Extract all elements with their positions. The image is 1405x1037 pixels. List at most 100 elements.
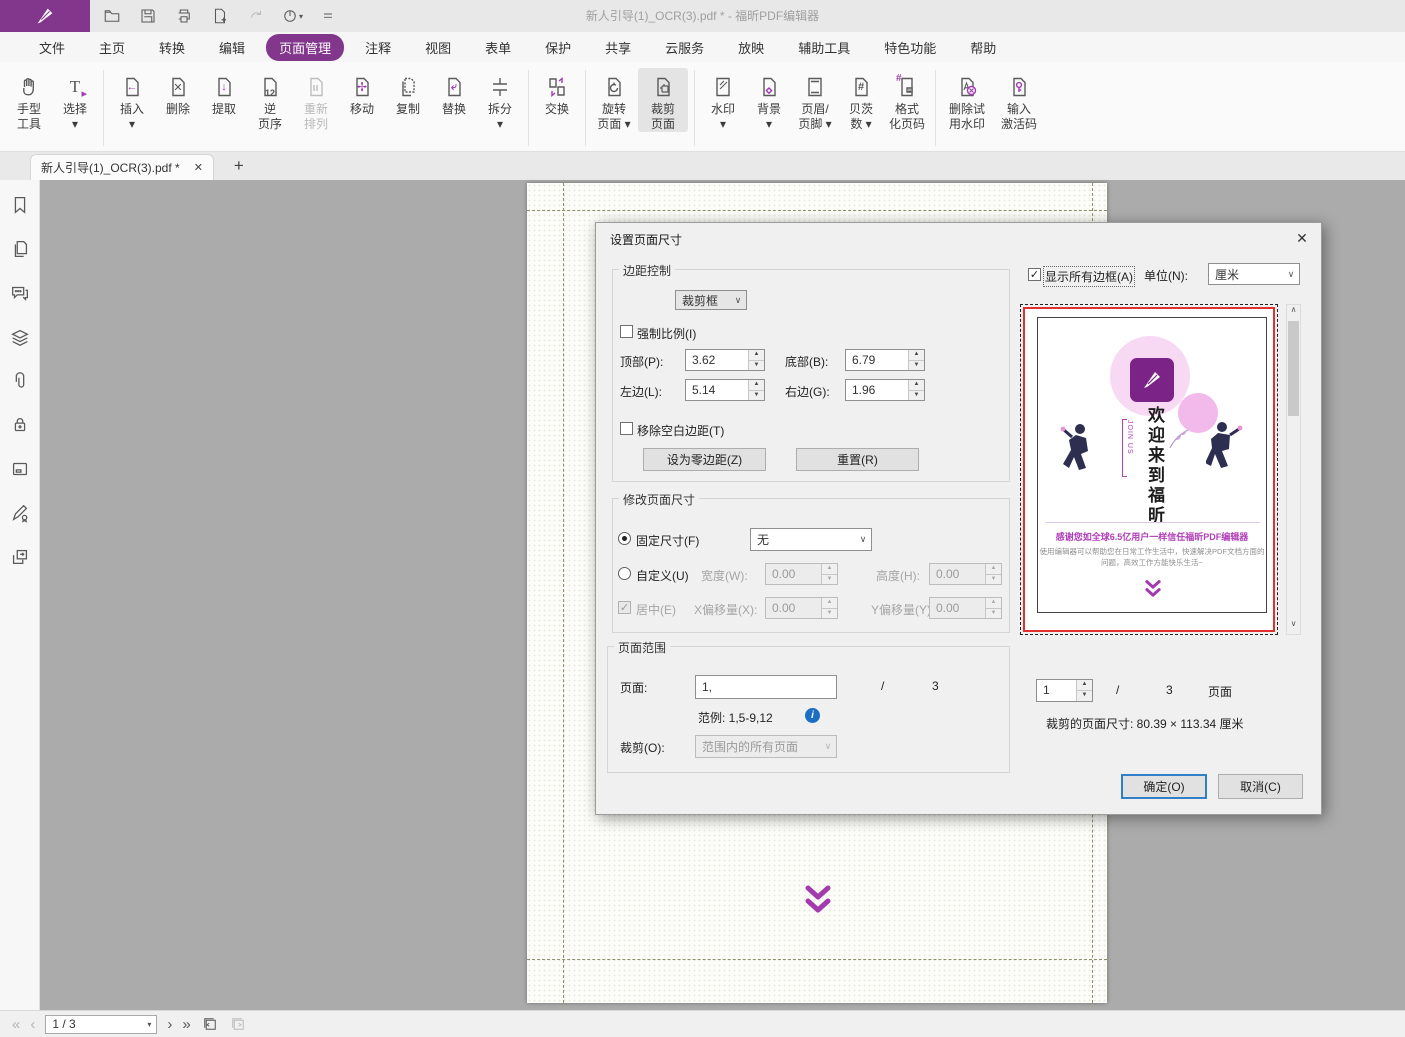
tab-edit[interactable]: 编辑 [206, 34, 258, 61]
scrollbar-thumb[interactable] [1288, 321, 1299, 416]
document-tab[interactable]: 新人引导(1)_OCR(3).pdf * ✕ [30, 154, 214, 180]
security-icon[interactable] [9, 414, 31, 436]
rotate-pages-button[interactable]: 旋转 页面 ▾ [592, 68, 636, 132]
ribbon-label: 删除试 用水印 [949, 102, 985, 132]
tab-form[interactable]: 表单 [472, 34, 524, 61]
crop-guide-bottom [527, 959, 1107, 960]
save-icon[interactable] [136, 4, 160, 28]
move-pages-button[interactable]: ✢ 移动 [340, 68, 384, 117]
tab-protect[interactable]: 保护 [532, 34, 584, 61]
tab-features[interactable]: 特色功能 [871, 34, 949, 61]
tab-cloud[interactable]: 云服务 [652, 34, 717, 61]
bookmark-icon[interactable] [9, 194, 31, 216]
reverse-order-button[interactable]: 12 逆 页序 [248, 68, 292, 132]
tab-present[interactable]: 放映 [725, 34, 777, 61]
preview-page-input[interactable]: 1 ▲▼ [1036, 679, 1093, 702]
select-button[interactable]: T▸ 选择 ▾ [53, 68, 97, 132]
preview-scrollbar[interactable]: ∧ ∨ [1286, 304, 1301, 635]
tab-convert[interactable]: 转换 [146, 34, 198, 61]
pages-input[interactable]: 1, [695, 675, 837, 699]
activation-code-button[interactable]: 输入 激活码 [994, 68, 1044, 132]
tab-page-organize[interactable]: 页面管理 [266, 34, 344, 61]
page-thumbnails-icon[interactable] [9, 238, 31, 260]
right-margin-spinner[interactable]: ▲▼ [908, 380, 924, 400]
replace-pages-button[interactable]: ⤶ 替换 [432, 68, 476, 117]
print-icon[interactable] [172, 4, 196, 28]
form-fields-icon[interactable] [9, 458, 31, 480]
delete-pages-button[interactable]: ✕ 删除 [156, 68, 200, 117]
crop-pages-button[interactable]: 裁剪 页面 [638, 68, 688, 132]
background-button[interactable]: 背景 ▾ [747, 68, 791, 132]
scroll-up-icon[interactable]: ∧ [1287, 305, 1300, 320]
top-margin-spinner[interactable]: ▲▼ [748, 350, 764, 370]
foxit-logo[interactable] [0, 0, 90, 32]
show-all-boxes-checkbox[interactable] [1028, 268, 1041, 281]
document-canvas[interactable]: 感 使用 设置页面尺寸 ✕ 显示所有边框(A) 单位(N): 厘米∨ 边距控制 … [40, 180, 1405, 1010]
tab-help[interactable]: 帮助 [957, 34, 1009, 61]
zero-margins-button[interactable]: 设为零边距(Z) [643, 448, 766, 471]
reset-button[interactable]: 重置(R) [796, 448, 919, 471]
insert-pages-button[interactable]: ← 插入 ▾ [110, 68, 154, 132]
open-icon[interactable] [100, 4, 124, 28]
prev-page-icon[interactable]: ‹ [30, 1016, 35, 1033]
tab-file[interactable]: 文件 [26, 34, 78, 61]
attachments-icon[interactable] [9, 370, 31, 392]
custom-size-radio[interactable] [618, 567, 631, 580]
first-page-icon[interactable]: « [12, 1016, 20, 1033]
crop-box-outline[interactable]: 欢迎来到福昕 JOIN US [1023, 307, 1275, 632]
fixed-size-radio[interactable] [618, 532, 631, 545]
tab-accessibility[interactable]: 辅助工具 [785, 34, 863, 61]
preview-page-spinner[interactable]: ▲▼ [1076, 680, 1092, 701]
page-number-combo[interactable]: 1 / 3 ▾ [45, 1015, 157, 1034]
split-button[interactable]: 拆分 ▾ [478, 68, 522, 132]
tab-home[interactable]: 主页 [86, 34, 138, 61]
left-margin-input[interactable]: 5.14 ▲▼ [685, 379, 765, 401]
hand-tool-button[interactable]: 手型 工具 [7, 68, 51, 132]
hand-pointer-icon[interactable]: ▾ [280, 4, 304, 28]
bates-number-button[interactable]: # 贝茨 数 ▾ [839, 68, 883, 132]
info-icon[interactable]: i [805, 708, 820, 723]
remove-white-margins-label[interactable]: 移除空白边距(T) [637, 422, 724, 439]
unit-select[interactable]: 厘米∨ [1208, 263, 1300, 285]
show-all-boxes-label[interactable]: 显示所有边框(A) [1045, 268, 1133, 285]
fixed-size-label[interactable]: 固定尺寸(F) [636, 532, 699, 549]
customize-toolbar-icon[interactable] [316, 4, 340, 28]
dialog-close-icon[interactable]: ✕ [1293, 229, 1311, 247]
tab-share[interactable]: 共享 [592, 34, 644, 61]
ok-button[interactable]: 确定(O) [1121, 774, 1207, 799]
last-page-icon[interactable]: » [182, 1016, 190, 1033]
duplicate-pages-button[interactable]: 复制 [386, 68, 430, 117]
bottom-margin-spinner[interactable]: ▲▼ [908, 350, 924, 370]
tab-comment[interactable]: 注释 [352, 34, 404, 61]
constrain-checkbox[interactable] [620, 325, 633, 338]
custom-size-label[interactable]: 自定义(U) [636, 567, 689, 584]
new-page-icon[interactable] [208, 4, 232, 28]
destinations-icon[interactable] [9, 546, 31, 568]
swap-pages-button[interactable]: 交换 [535, 68, 579, 117]
bottom-margin-input[interactable]: 6.79 ▲▼ [845, 349, 925, 371]
layers-icon[interactable] [9, 326, 31, 348]
new-tab-button[interactable]: + [228, 156, 250, 180]
page-number-value: 1 / 3 [46, 1017, 142, 1031]
comments-icon[interactable] [9, 282, 31, 304]
close-tab-icon[interactable]: ✕ [194, 161, 203, 174]
constrain-label[interactable]: 强制比例(I) [637, 325, 696, 342]
cancel-button[interactable]: 取消(C) [1218, 774, 1303, 799]
fixed-size-select[interactable]: 无∨ [750, 528, 872, 551]
title-bar: ▾ 新人引导(1)_OCR(3).pdf * - 福昕PDF编辑器 [0, 0, 1405, 32]
format-page-number-button[interactable]: # 格式 化页码 [885, 68, 929, 132]
remove-white-margins-checkbox[interactable] [620, 422, 633, 435]
previous-view-icon[interactable] [201, 1015, 219, 1033]
tab-view[interactable]: 视图 [412, 34, 464, 61]
watermark-button[interactable]: 水印 ▾ [701, 68, 745, 132]
right-margin-input[interactable]: 1.96 ▲▼ [845, 379, 925, 401]
box-type-select[interactable]: 裁剪框∨ [675, 290, 747, 310]
next-page-icon[interactable]: › [167, 1016, 172, 1033]
header-footer-button[interactable]: 页眉/ 页脚 ▾ [793, 68, 837, 132]
left-margin-spinner[interactable]: ▲▼ [748, 380, 764, 400]
remove-trial-watermark-button[interactable]: 删除试 用水印 [942, 68, 992, 132]
signature-icon[interactable] [9, 502, 31, 524]
scroll-down-icon[interactable]: ∨ [1287, 619, 1300, 634]
top-margin-input[interactable]: 3.62 ▲▼ [685, 349, 765, 371]
extract-pages-button[interactable]: ↓ 提取 [202, 68, 246, 117]
